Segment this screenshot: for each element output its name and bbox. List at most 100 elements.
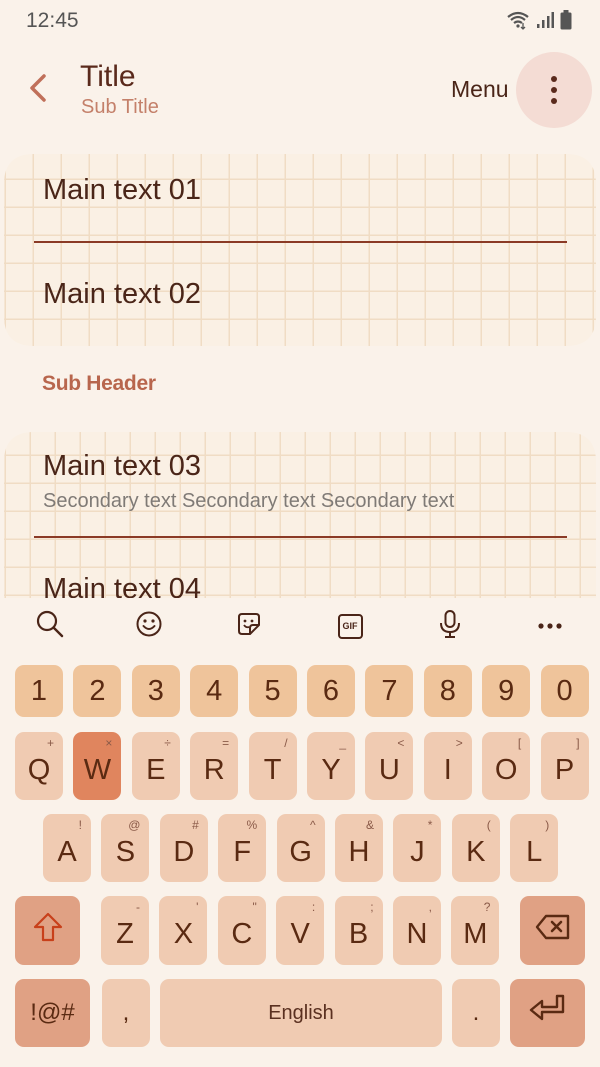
toolbar-more-button[interactable] — [532, 608, 568, 644]
key-8[interactable]: 8 — [423, 665, 472, 717]
key-hint: & — [365, 818, 374, 832]
back-button[interactable] — [18, 68, 58, 112]
search-icon — [35, 609, 65, 644]
key-hint: ' — [196, 900, 199, 914]
key-q[interactable]: + Q — [15, 732, 63, 800]
key-label: H — [348, 835, 370, 868]
key-n[interactable]: ,N — [393, 896, 441, 965]
key-k[interactable]: (K — [451, 814, 500, 882]
key-label: !@# — [30, 999, 75, 1026]
key-1[interactable]: 1 — [15, 665, 63, 717]
page-title: Title — [80, 60, 136, 93]
key-f[interactable]: % F — [218, 814, 267, 882]
space-key[interactable]: English — [160, 979, 442, 1047]
backspace-key[interactable] — [520, 896, 585, 965]
key-label: T — [263, 753, 282, 786]
key-3[interactable]: 3 — [131, 665, 180, 717]
key-label: M — [463, 918, 488, 950]
key-hint: ; — [370, 900, 374, 914]
list-group-2: Main text 03 Secondary text Secondary te… — [0, 428, 600, 598]
key-hint: ! — [78, 818, 82, 832]
key-label: X — [173, 918, 194, 950]
shift-key[interactable] — [15, 896, 80, 965]
divider — [34, 241, 567, 243]
battery-icon — [560, 10, 572, 35]
key-9[interactable]: 9 — [482, 665, 531, 717]
signal-icon — [536, 11, 554, 34]
key-i[interactable]: > I — [423, 732, 472, 800]
key-h[interactable]: & H — [335, 814, 383, 882]
key-v[interactable]: :V — [276, 896, 325, 965]
key-j[interactable]: * J — [393, 814, 442, 882]
more-horizontal-icon — [537, 617, 563, 635]
key-a[interactable]: ! A — [43, 814, 91, 882]
key-label: V — [290, 918, 310, 950]
key-label: E — [146, 753, 166, 786]
sub-header: Sub Header — [42, 372, 156, 395]
key-label: , — [122, 999, 130, 1026]
key-6[interactable]: 6 — [307, 665, 355, 717]
key-o[interactable]: [O — [482, 732, 531, 800]
key-w[interactable]: × W — [73, 732, 122, 800]
enter-key[interactable] — [510, 979, 585, 1047]
key-hint: = — [222, 736, 230, 750]
key-2[interactable]: 2 — [73, 665, 122, 717]
key-hint: ÷ — [164, 736, 171, 750]
key-hint: ] — [576, 736, 580, 750]
key-m[interactable]: ? M — [451, 896, 500, 965]
key-label: 4 — [206, 674, 223, 707]
key-hint: " — [252, 900, 257, 914]
key-l[interactable]: ) L — [510, 814, 559, 882]
microphone-icon — [437, 609, 463, 644]
key-label: English — [268, 1001, 334, 1024]
list-item-secondary-text: Secondary text Secondary text Secondary … — [43, 490, 455, 512]
gif-button[interactable]: GIF — [332, 608, 368, 644]
key-e[interactable]: ÷ E — [131, 732, 180, 800]
key-hint: ? — [483, 900, 491, 914]
menu-button[interactable]: Menu — [451, 76, 509, 103]
key-u[interactable]: < U — [365, 732, 414, 800]
key-d[interactable]: # D — [159, 814, 208, 882]
key-z[interactable]: -Z — [101, 896, 149, 965]
key-hint: % — [246, 818, 258, 832]
key-label: G — [289, 835, 312, 868]
key-hint: : — [311, 900, 316, 914]
key-label: 2 — [89, 674, 106, 707]
shift-icon — [32, 911, 64, 951]
key-5[interactable]: 5 — [248, 665, 297, 717]
key-hint: * — [427, 818, 433, 832]
key-7[interactable]: 7 — [365, 665, 414, 717]
key-label: . — [472, 999, 480, 1026]
symbols-key[interactable]: !@# — [15, 979, 90, 1047]
key-0[interactable]: 0 — [540, 665, 589, 717]
key-hint: @ — [128, 818, 141, 832]
key-s[interactable]: @ S — [101, 814, 150, 882]
key-4[interactable]: 4 — [190, 665, 239, 717]
key-y[interactable]: _ Y — [307, 732, 355, 800]
key-hint: ( — [486, 818, 491, 832]
key-t[interactable]: / T — [248, 732, 297, 800]
voice-input-button[interactable] — [432, 608, 468, 644]
key-r[interactable]: = R — [190, 732, 239, 800]
emoji-button[interactable] — [131, 608, 167, 644]
page-subtitle: Sub Title — [81, 96, 159, 118]
key-label: R — [203, 753, 225, 786]
key-hint: _ — [339, 736, 346, 750]
sticker-button[interactable] — [231, 608, 267, 644]
period-key[interactable]: . — [452, 979, 500, 1047]
search-button[interactable] — [32, 608, 68, 644]
app-bar: Title Sub Title Menu — [0, 50, 600, 130]
comma-key[interactable]: , — [102, 979, 150, 1047]
list-item-main-text: Main text 01 — [43, 174, 201, 206]
more-options-button[interactable] — [516, 52, 592, 128]
key-hint: ) — [545, 818, 550, 832]
key-p[interactable]: ] P — [540, 732, 589, 800]
list-item-main-text: Main text 02 — [43, 278, 201, 310]
key-b[interactable]: ; B — [334, 896, 383, 965]
chevron-left-icon — [28, 73, 48, 108]
key-x[interactable]: ' X — [159, 896, 208, 965]
key-g[interactable]: ^ G — [276, 814, 325, 882]
key-c[interactable]: " C — [217, 896, 266, 965]
gif-icon: GIF — [337, 613, 363, 639]
backspace-icon — [535, 914, 571, 948]
